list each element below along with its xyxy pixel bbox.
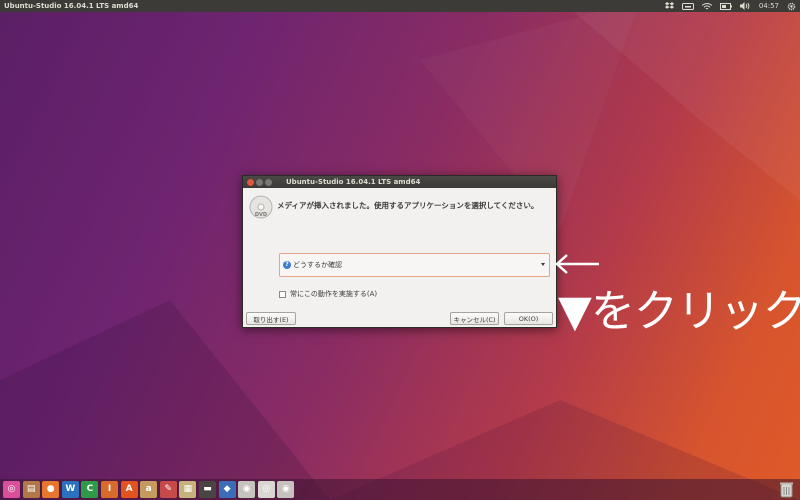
close-window-button[interactable] xyxy=(247,178,254,186)
trash-icon[interactable] xyxy=(779,481,794,498)
cd-icon[interactable]: ◉ xyxy=(277,481,295,498)
active-window-title: Ubuntu-Studio 16.04.1 LTS amd64 xyxy=(4,2,139,10)
maximize-window-button[interactable] xyxy=(265,178,272,186)
files-icon[interactable]: ▤ xyxy=(22,481,40,498)
checkbox-label: 常にこの動作を実施する(A) xyxy=(290,290,378,298)
indicator-area: 04:57 xyxy=(664,2,796,11)
impress-icon-glyph: I xyxy=(107,484,112,494)
dvd-icon: DVD xyxy=(249,195,273,219)
dropdown-arrow-icon[interactable] xyxy=(541,263,545,266)
system-settings-icon[interactable]: ✎ xyxy=(159,481,177,498)
writer-icon[interactable]: W xyxy=(61,481,79,498)
action-dropdown-value: どうするか確認 xyxy=(293,261,342,269)
amazon-icon-glyph: a xyxy=(145,484,152,494)
dash-icon-glyph: ◎ xyxy=(7,484,16,494)
annotation-text: ▼をクリック xyxy=(558,286,800,337)
firefox-icon-glyph: ● xyxy=(46,484,55,494)
calc-icon-glyph: C xyxy=(86,484,94,494)
software-center-icon[interactable]: A xyxy=(120,481,138,498)
clock[interactable]: 04:57 xyxy=(759,2,779,10)
launcher-bar: ◎ ▤ ● W C I Aa ✎ ▦ ▬ ◆ ◉ ◎ ◉ xyxy=(0,479,800,500)
amazon-icon[interactable]: a xyxy=(140,481,158,498)
disc-icon-glyph: ◉ xyxy=(242,484,251,494)
wifi-icon[interactable] xyxy=(701,2,712,10)
ok-button[interactable]: OK(O) xyxy=(504,312,553,325)
dash-icon[interactable]: ◎ xyxy=(3,481,20,498)
dvd-drive-icon[interactable]: ◎ xyxy=(257,481,275,498)
dvd-drive-icon-glyph: ◎ xyxy=(262,484,271,494)
disc-icon[interactable]: ◉ xyxy=(238,481,256,498)
minimize-window-button[interactable] xyxy=(256,178,263,186)
dvd-label: DVD xyxy=(255,212,267,218)
kdenlive-icon-glyph: ▬ xyxy=(203,484,212,494)
impress-icon[interactable]: I xyxy=(101,481,118,498)
archive-icon[interactable]: ▦ xyxy=(179,481,197,498)
system-settings-icon-glyph: ✎ xyxy=(164,484,173,494)
cinelerra-icon[interactable]: ◆ xyxy=(218,481,236,498)
dialog-title: Ubuntu-Studio 16.04.1 LTS amd64 xyxy=(286,178,421,186)
files-icon-glyph: ▤ xyxy=(26,484,36,494)
checkbox-box[interactable] xyxy=(279,290,286,298)
volume-icon[interactable] xyxy=(739,2,751,10)
dialog-titlebar[interactable]: Ubuntu-Studio 16.04.1 LTS amd64 xyxy=(243,176,556,188)
annotation-arrow-icon xyxy=(555,254,599,274)
keyboard-icon[interactable] xyxy=(681,2,694,10)
battery-icon[interactable] xyxy=(719,2,732,10)
media-inserted-dialog: Ubuntu-Studio 16.04.1 LTS amd64 DVD メディア… xyxy=(242,175,557,328)
question-icon: ? xyxy=(283,261,291,269)
calc-icon[interactable]: C xyxy=(81,481,99,498)
software-center-icon-glyph: A xyxy=(125,484,133,494)
top-panel: Ubuntu-Studio 16.04.1 LTS amd64 04:57 xyxy=(0,0,800,12)
cancel-button[interactable]: キャンセル(C) xyxy=(450,312,499,325)
firefox-icon[interactable]: ● xyxy=(42,481,60,498)
kdenlive-icon[interactable]: ▬ xyxy=(199,481,216,498)
always-do-this-checkbox[interactable]: 常にこの動作を実施する(A) xyxy=(279,289,377,299)
archive-icon-glyph: ▦ xyxy=(183,484,193,494)
writer-icon-glyph: W xyxy=(65,484,76,494)
cinelerra-icon-glyph: ◆ xyxy=(223,484,231,494)
cd-icon-glyph: ◉ xyxy=(281,484,290,494)
gear-icon[interactable] xyxy=(787,2,796,11)
dialog-message: メディアが挿入されました。使用するアプリケーションを選択してください。 xyxy=(277,201,539,210)
eject-button[interactable]: 取り出す(E) xyxy=(246,312,296,325)
dropbox-icon[interactable] xyxy=(664,2,674,10)
action-dropdown[interactable]: ? どうするか確認 xyxy=(279,253,550,277)
